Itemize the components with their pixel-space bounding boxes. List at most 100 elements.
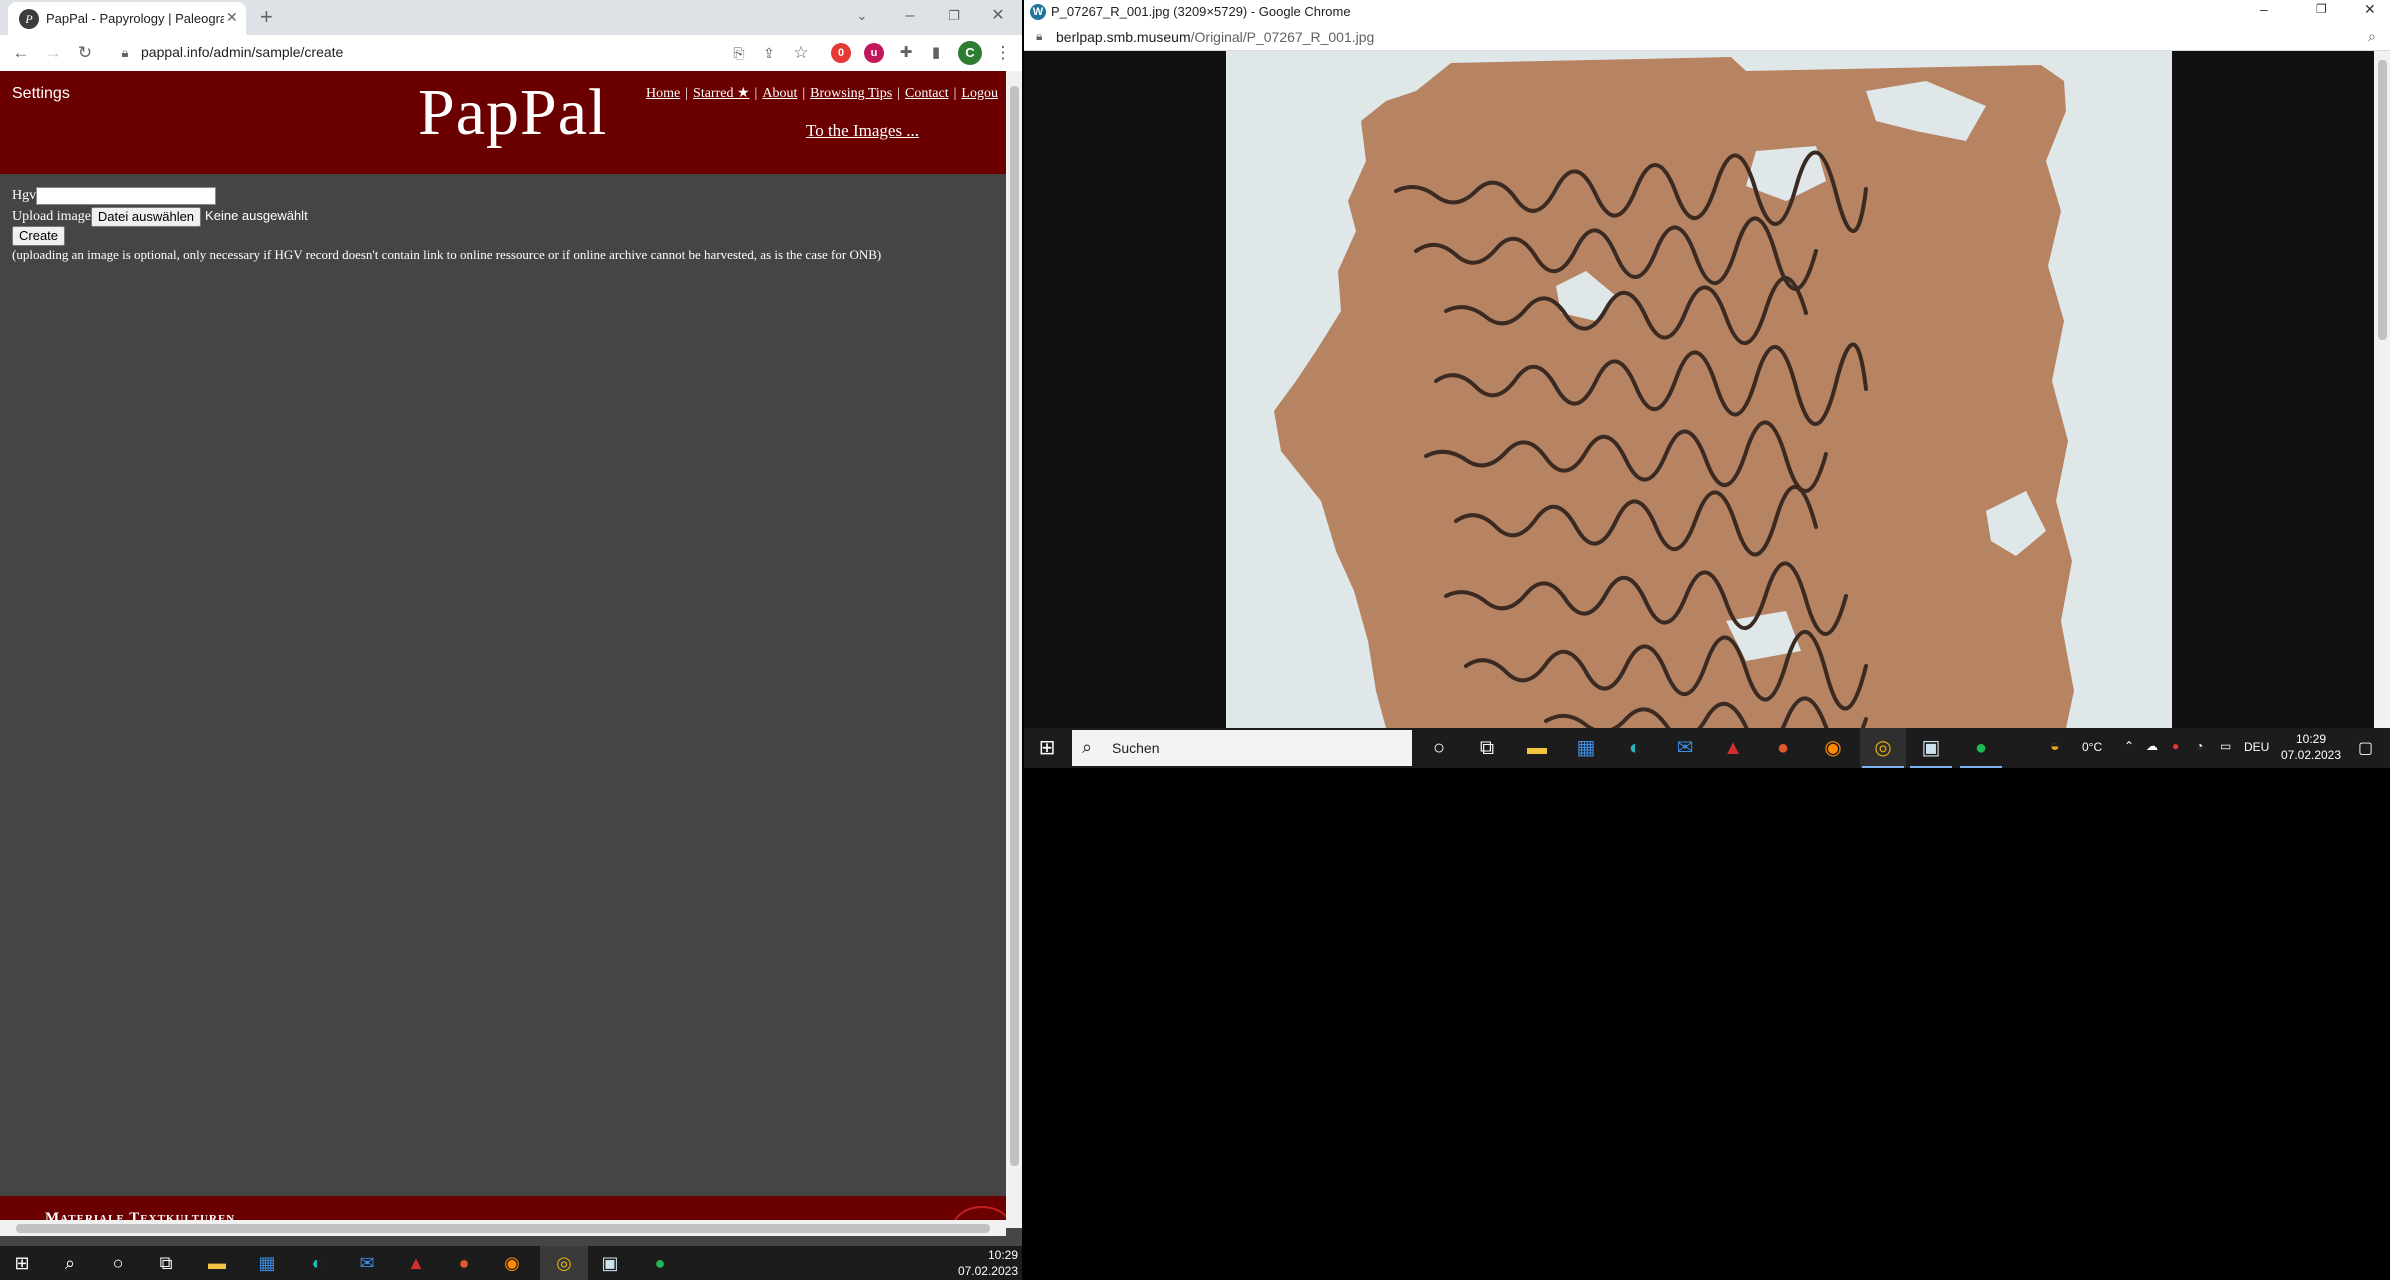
- back-icon[interactable]: ←: [8, 40, 34, 66]
- notification-icon[interactable]: ▢: [2358, 738, 2373, 758]
- extensions-puzzle-icon[interactable]: ✚: [893, 40, 919, 66]
- firefox-icon[interactable]: ◉: [492, 1246, 532, 1280]
- upload-label: Upload image: [12, 209, 91, 224]
- zoom-icon[interactable]: ⌕: [2368, 28, 2376, 45]
- mail-icon[interactable]: ✉: [1662, 728, 1708, 768]
- minimize-icon[interactable]: –: [2260, 1, 2268, 17]
- nav-separator: |: [897, 86, 901, 101]
- nav-separator: |: [953, 86, 957, 101]
- search-icon[interactable]: ⌕: [50, 1246, 90, 1280]
- security-icon[interactable]: ●: [2172, 739, 2179, 753]
- windows-start-icon[interactable]: ⊞: [2, 1246, 42, 1280]
- vertical-scroll-thumb[interactable]: [1010, 86, 1019, 1166]
- nav-separator: |: [802, 86, 806, 101]
- settings-link[interactable]: Settings: [12, 85, 70, 103]
- windows-start-icon[interactable]: ⊞: [1024, 728, 1070, 768]
- mail-icon[interactable]: ✉: [347, 1246, 387, 1280]
- chrome-icon[interactable]: ◎: [540, 1246, 588, 1280]
- image-viewer-icon[interactable]: ▣: [1908, 728, 1954, 768]
- left-clock[interactable]: 10:29 07.02.2023: [940, 1247, 1018, 1279]
- minimize-icon[interactable]: –: [890, 2, 930, 30]
- acrobat-icon[interactable]: ▲: [396, 1246, 436, 1280]
- create-button[interactable]: Create: [12, 226, 66, 246]
- task-view-icon[interactable]: ⧉: [1464, 728, 1510, 768]
- powerpoint-icon[interactable]: ●: [1760, 728, 1806, 768]
- profile-avatar[interactable]: C: [958, 41, 982, 65]
- language-indicator[interactable]: DEU: [2244, 740, 2269, 754]
- bookmark-star-icon[interactable]: ☆: [788, 40, 814, 66]
- left-browser-window: P PapPal - Papyrology | Paleograph ✕ + ⌄…: [0, 0, 1022, 1250]
- lock-icon[interactable]: 🔒︎: [1036, 29, 1042, 44]
- hgv-input[interactable]: [36, 186, 217, 205]
- lock-icon[interactable]: 🔒︎: [112, 40, 138, 66]
- new-tab-plus-icon[interactable]: +: [260, 4, 273, 30]
- tray-chevron-icon[interactable]: ⌃: [2124, 739, 2134, 753]
- tab-close-icon[interactable]: ✕: [226, 9, 238, 26]
- hgv-row: Hgv: [12, 186, 881, 206]
- right-address-bar: 🔒︎ berlpap.smb.museum/Original/P_07267_R…: [1024, 24, 2390, 51]
- nav-logout-link[interactable]: Logou: [961, 86, 998, 101]
- right-clock[interactable]: 10:29 07.02.2023: [2280, 731, 2342, 763]
- chrome-icon[interactable]: ◎: [1860, 728, 1906, 768]
- cortana-icon[interactable]: ○: [98, 1246, 138, 1280]
- store-icon[interactable]: ▦: [1563, 728, 1609, 768]
- edge-icon[interactable]: ◐: [297, 1246, 337, 1280]
- spotify-icon[interactable]: ●: [640, 1246, 680, 1280]
- right-vertical-scroll-thumb[interactable]: [2378, 60, 2387, 340]
- nav-contact-link[interactable]: Contact: [905, 86, 949, 101]
- firefox-icon[interactable]: ◉: [1810, 728, 1856, 768]
- edge-icon[interactable]: ◐: [1612, 728, 1658, 768]
- share-icon[interactable]: ⇪: [756, 40, 782, 66]
- choose-file-button[interactable]: Datei auswählen: [90, 206, 202, 227]
- pappal-header: Settings PapPal Home | Starred ★ | About | Bro…: [0, 71, 1006, 174]
- extension-pink-icon[interactable]: u: [864, 43, 884, 63]
- right-clock-date: 07.02.2023: [2280, 748, 2342, 762]
- task-view-icon[interactable]: ⧉: [146, 1246, 186, 1280]
- right-clock-time: 10:29: [2295, 732, 2327, 746]
- to-images-link[interactable]: To the Images ...: [806, 121, 919, 141]
- pappal-logo[interactable]: PapPal: [418, 75, 607, 151]
- url-host: berlpap.smb.museum: [1056, 29, 1191, 45]
- reload-icon[interactable]: ↻: [72, 40, 98, 66]
- weather-icon[interactable]: ◒: [2050, 738, 2060, 756]
- tab-pappal[interactable]: P PapPal - Papyrology | Paleograph ✕: [8, 2, 246, 35]
- close-window-icon[interactable]: ✕: [2364, 1, 2376, 18]
- network-icon[interactable]: ◔: [2196, 739, 2203, 753]
- horizontal-scroll-thumb[interactable]: [16, 1224, 990, 1233]
- volume-icon[interactable]: ▭: [2220, 739, 2231, 753]
- menu-kebab-icon[interactable]: ⋮: [990, 40, 1016, 66]
- weather-temp[interactable]: 0°C: [2082, 740, 2102, 754]
- powerpoint-icon[interactable]: ●: [444, 1246, 484, 1280]
- file-explorer-icon[interactable]: ▬: [1514, 728, 1560, 768]
- restore-icon[interactable]: ❐: [2316, 2, 2327, 16]
- nav-about-link[interactable]: About: [762, 86, 797, 101]
- extension-red-icon[interactable]: 0: [831, 43, 851, 63]
- forward-icon[interactable]: →: [40, 40, 66, 66]
- right-taskbar: ⊞ ⌕ Suchen ○ ⧉ ▬ ▦ ◐ ✉ ▲ ● ◉ ◎ ▣ ● ◒ 0°C…: [1024, 728, 2390, 768]
- chrome-active-indicator: [1862, 766, 1904, 768]
- spotify-icon[interactable]: ●: [1958, 728, 2004, 768]
- image-viewport: [1024, 51, 2374, 728]
- hgv-label: Hgv: [12, 188, 37, 203]
- right-url[interactable]: berlpap.smb.museum/Original/P_07267_R_00…: [1056, 29, 1374, 45]
- right-window-title: P_07267_R_001.jpg (3209×5729) - Google C…: [1051, 4, 1351, 19]
- taskbar-search-box[interactable]: ⌕ Suchen: [1072, 730, 1412, 766]
- pappal-favicon-icon: P: [19, 9, 39, 29]
- cortana-icon[interactable]: ○: [1416, 728, 1462, 768]
- address-bar[interactable]: pappal.info/admin/sample/create: [141, 44, 343, 60]
- restore-icon[interactable]: ❐: [934, 2, 974, 30]
- papyrus-image[interactable]: [1226, 51, 2172, 728]
- tab-search-chevron-icon[interactable]: ⌄: [842, 2, 882, 30]
- onedrive-icon[interactable]: ☁: [2146, 739, 2158, 753]
- nav-browsing-tips-link[interactable]: Browsing Tips: [810, 86, 892, 101]
- translate-icon[interactable]: ⎘: [726, 40, 752, 66]
- side-panel-icon[interactable]: ▮: [923, 40, 949, 66]
- right-browser-window: W P_07267_R_001.jpg (3209×5729) - Google…: [1024, 0, 2390, 768]
- close-window-icon[interactable]: ✕: [978, 2, 1018, 30]
- acrobat-icon[interactable]: ▲: [1710, 728, 1756, 768]
- nav-home-link[interactable]: Home: [646, 86, 680, 101]
- file-explorer-icon[interactable]: ▬: [197, 1246, 237, 1280]
- image-viewer-icon[interactable]: ▣: [590, 1246, 630, 1280]
- store-icon[interactable]: ▦: [247, 1246, 287, 1280]
- nav-starred-link[interactable]: Starred ★: [693, 86, 749, 101]
